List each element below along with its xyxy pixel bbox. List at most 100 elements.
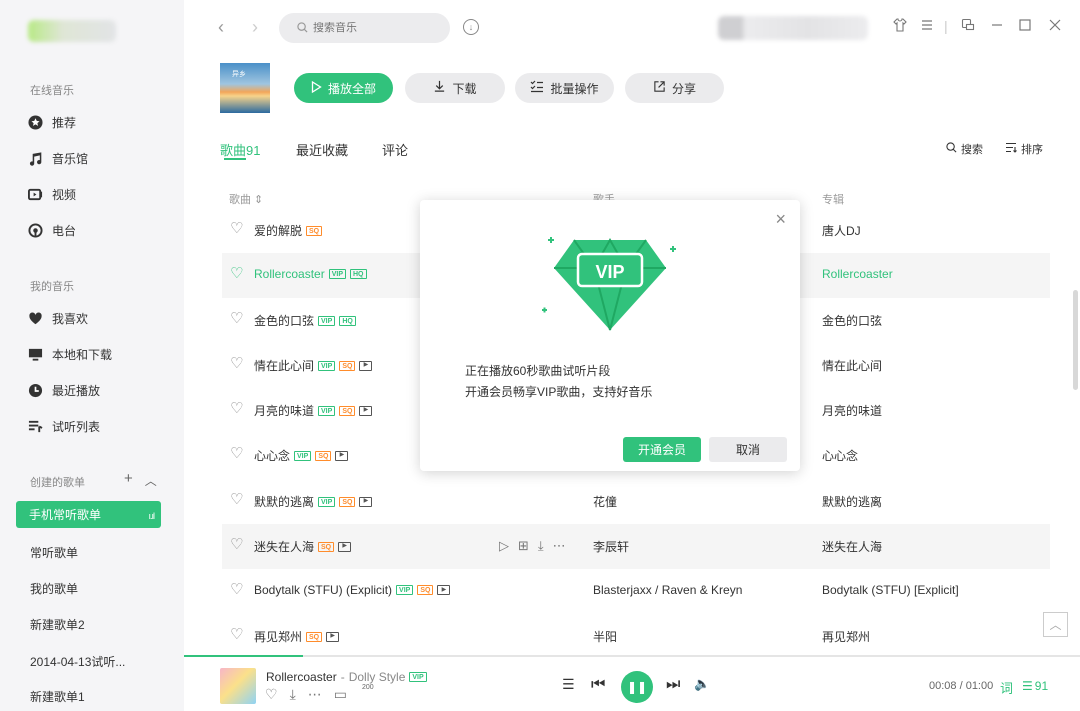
add-playlist-icon[interactable]: + (124, 470, 133, 489)
scrollbar[interactable] (1073, 290, 1078, 390)
user-info[interactable] (718, 16, 868, 40)
table-row[interactable]: ♡ 迷失在人海 SQ ▶ ▷ ⊞ ⤓ ⋯ 李辰轩 迷失在人海 (222, 524, 1050, 569)
sidebar-item-trial-list[interactable]: 试听列表 (28, 416, 100, 436)
sidebar-item-active-playlist[interactable]: 手机常听歌单 ı.ıl (16, 501, 161, 528)
collapse-icon[interactable]: ︿ (145, 470, 157, 489)
now-playing-artist[interactable]: Dolly Style (349, 670, 406, 684)
song-album[interactable]: 金色的口弦 (822, 312, 882, 329)
sort-button[interactable]: 排序 (1005, 141, 1043, 157)
song-album[interactable]: 月亮的味道 (822, 402, 882, 419)
queue-button[interactable]: ☰ 91 (1022, 679, 1048, 693)
pause-button[interactable]: ❚❚ (621, 671, 653, 703)
like-icon[interactable]: ♡ (230, 311, 243, 326)
song-title[interactable]: Bodytalk (STFU) (Explicit) (254, 583, 392, 597)
now-playing-cover[interactable] (220, 668, 256, 704)
like-icon[interactable]: ♡ (230, 537, 243, 552)
mv-icon[interactable]: ▶ (359, 405, 373, 416)
more-icon[interactable]: ⋯ (308, 686, 322, 703)
play-mode-icon[interactable]: ☰ (562, 676, 575, 693)
song-album[interactable]: 默默的逃离 (822, 493, 882, 510)
song-title[interactable]: Rollercoaster (254, 267, 325, 281)
play-icon[interactable]: ▷ (499, 538, 509, 554)
mini-mode-icon[interactable] (961, 18, 975, 35)
lyrics-button[interactable]: 词 (1000, 678, 1013, 697)
song-title[interactable]: 默默的逃离 (254, 493, 314, 510)
progress-bar[interactable] (184, 655, 1080, 657)
mv-icon[interactable]: ▶ (338, 541, 352, 552)
skin-icon[interactable] (893, 18, 907, 35)
song-album[interactable]: Rollercoaster (822, 267, 893, 281)
play-all-button[interactable]: 播放全部 (294, 73, 393, 103)
close-icon[interactable]: × (775, 209, 786, 230)
song-singer[interactable]: 半阳 (593, 628, 617, 645)
download-icon[interactable]: ⤓ (538, 538, 544, 554)
previous-icon[interactable]: ⏮ (591, 676, 605, 694)
song-title[interactable]: 再见郑州 (254, 628, 302, 645)
sidebar-item-liked[interactable]: 我喜欢 (28, 308, 88, 328)
download-button[interactable]: 下载 (405, 73, 505, 103)
song-singer[interactable]: 李辰轩 (593, 538, 629, 555)
tab-comments[interactable]: 评论 (382, 140, 408, 159)
search-box[interactable] (279, 13, 450, 43)
sidebar-item-local[interactable]: 本地和下载 (28, 344, 112, 364)
back-button[interactable]: ‹ (218, 17, 224, 38)
mv-icon[interactable]: ▶ (326, 631, 340, 642)
column-header-song[interactable]: 歌曲 ⇕ (229, 191, 263, 207)
volume-icon[interactable]: 🔈 (694, 676, 710, 692)
like-icon[interactable]: ♡ (230, 401, 243, 416)
cancel-button[interactable]: 取消 (709, 437, 787, 462)
like-icon[interactable]: ♡ (265, 686, 278, 703)
song-title[interactable]: 爱的解脱 (254, 222, 302, 239)
tab-songs[interactable]: 歌曲91 (220, 140, 260, 159)
song-album[interactable]: 心心念 (822, 447, 858, 464)
sidebar-item-radio[interactable]: 电台 (28, 220, 76, 240)
back-to-top-button[interactable]: ︿ (1043, 612, 1068, 637)
share-button[interactable]: 分享 (625, 73, 724, 103)
table-row[interactable]: ♡ 再见郑州 SQ ▶ 半阳 再见郑州 (222, 614, 1050, 659)
song-title[interactable]: 心心念 (254, 447, 290, 464)
next-icon[interactable]: ⏭ (666, 676, 680, 694)
like-icon[interactable]: ♡ (230, 356, 243, 371)
open-vip-button[interactable]: 开通会员 (623, 437, 701, 462)
voice-search-icon[interactable]: ↓ (463, 19, 479, 35)
song-title[interactable]: 情在此心间 (254, 357, 314, 374)
sidebar-playlist-item[interactable]: 常听歌单 (30, 544, 78, 561)
sidebar-item-recommend[interactable]: 推荐 (28, 112, 76, 132)
like-icon[interactable]: ♡ (230, 582, 243, 597)
song-singer[interactable]: Blasterjaxx / Raven & Kreyn (593, 583, 742, 597)
song-album[interactable]: 再见郑州 (822, 628, 870, 645)
download-icon[interactable]: ⤓ (290, 686, 296, 703)
sidebar-playlist-item[interactable]: 2014-04-13试听... (30, 653, 125, 670)
song-album[interactable]: 唐人DJ (822, 222, 861, 239)
song-album[interactable]: 迷失在人海 (822, 538, 882, 555)
like-icon[interactable]: ♡ (230, 266, 243, 281)
song-title[interactable]: 迷失在人海 (254, 538, 314, 555)
song-title[interactable]: 月亮的味道 (254, 402, 314, 419)
mv-icon[interactable]: ▶ (335, 450, 349, 461)
search-input[interactable] (313, 22, 433, 34)
song-singer[interactable]: 花僮 (593, 493, 617, 510)
batch-button[interactable]: 批量操作 (515, 73, 614, 103)
add-icon[interactable]: ⊞ (518, 538, 529, 554)
sidebar-playlist-item[interactable]: 我的歌单 (30, 580, 78, 597)
sidebar-item-video[interactable]: 视频 (28, 184, 76, 204)
list-search-button[interactable]: 搜索 (946, 141, 983, 157)
sidebar-item-recent[interactable]: 最近播放 (28, 380, 100, 400)
like-icon[interactable]: ♡ (230, 221, 243, 236)
mv-icon[interactable]: ▶ (359, 496, 373, 507)
close-icon[interactable] (1048, 18, 1062, 35)
like-icon[interactable]: ♡ (230, 446, 243, 461)
song-title[interactable]: 金色的口弦 (254, 312, 314, 329)
sidebar-playlist-item[interactable]: 新建歌单2 (30, 616, 85, 633)
now-playing-title[interactable]: Rollercoaster (266, 670, 337, 684)
sidebar-item-music-hall[interactable]: 音乐馆 (28, 148, 88, 168)
like-icon[interactable]: ♡ (230, 492, 243, 507)
maximize-icon[interactable] (1018, 18, 1032, 35)
more-icon[interactable]: ⋯ (553, 538, 566, 554)
table-row[interactable]: ♡ 默默的逃离 VIP SQ ▶ 花僮 默默的逃离 (222, 479, 1050, 524)
song-album[interactable]: 情在此心间 (822, 357, 882, 374)
tab-favorites[interactable]: 最近收藏 (296, 140, 348, 159)
sidebar-playlist-item[interactable]: 新建歌单1 (30, 688, 85, 705)
table-row[interactable]: ♡ Bodytalk (STFU) (Explicit) VIP SQ ▶ Blaster… (222, 569, 1050, 614)
like-icon[interactable]: ♡ (230, 627, 243, 642)
